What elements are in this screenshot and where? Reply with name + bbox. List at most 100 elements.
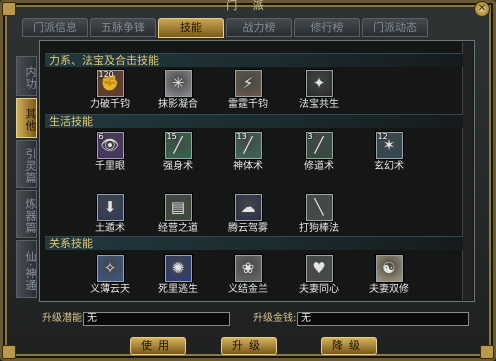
skill-slot[interactable]: ✺ 死里逃生	[148, 255, 208, 296]
earth-escape-icon[interactable]: ⬇	[96, 194, 124, 221]
skill-slot[interactable]: ☯ 夫妻双修	[359, 255, 419, 296]
treasure-icon[interactable]: ✦	[305, 70, 333, 97]
skill-label: 强身术	[163, 161, 193, 172]
skill-label: 神体术	[233, 161, 263, 172]
skill-level: 15	[166, 132, 177, 141]
skill-slot[interactable]: ✧ 义薄云天	[80, 255, 140, 296]
divine-body-icon[interactable]: ╱ 13	[234, 132, 262, 159]
skill-label: 打狗棒法	[299, 223, 339, 234]
skill-slot[interactable]: ☁ 腾云驾雾	[218, 194, 278, 235]
upgrade-money-field: 无	[297, 312, 469, 326]
upgrade-money-label: 升级金钱:	[253, 313, 297, 324]
skill-slot[interactable]: ⚡ 雷霆千钧	[218, 70, 278, 111]
tab-skills[interactable]: 技能	[158, 18, 224, 38]
skill-label: 土遁术	[95, 223, 125, 234]
section-header-life-skills: 生活技能	[45, 114, 463, 128]
loyalty-icon[interactable]: ✧	[96, 255, 124, 282]
skill-slot[interactable]: ╱ 3 修道术	[289, 132, 349, 173]
skill-level: 6	[98, 132, 104, 141]
staff-technique-icon[interactable]: ╲	[305, 194, 333, 221]
skill-label: 经营之道	[158, 223, 198, 234]
dao-cultivation-icon[interactable]: ╱ 3	[305, 132, 333, 159]
sect-window: 门 派 ✕ 门派信息 五脉争锋 技能 战力榜 修行榜 门派动态 内功 其他 引灵…	[0, 0, 496, 361]
skill-glyph: ☯	[382, 259, 396, 277]
skill-level: 3	[307, 132, 313, 141]
business-icon[interactable]: ▤	[164, 194, 192, 221]
thunder-icon[interactable]: ⚡	[234, 70, 262, 97]
skill-slot[interactable]: ⬇ 土遁术	[80, 194, 140, 235]
burst-icon[interactable]: ✳	[164, 70, 192, 97]
skill-level: 13	[236, 132, 247, 141]
illusion-icon[interactable]: ✶ 12	[375, 132, 403, 159]
use-button[interactable]: 使用	[130, 337, 186, 355]
skill-label: 夫妻同心	[299, 284, 339, 295]
tab-five-veins[interactable]: 五脉争锋	[90, 18, 156, 37]
escape-death-icon[interactable]: ✺	[164, 255, 192, 282]
skill-glyph: ✺	[171, 259, 185, 277]
section-header-relation-skills: 关系技能	[45, 236, 463, 250]
scrollbar[interactable]	[462, 42, 473, 300]
skill-slot[interactable]: ✦ 法宝共生	[289, 70, 349, 111]
skill-glyph: ⬇	[103, 198, 117, 216]
skill-label: 千里眼	[95, 161, 125, 172]
downgrade-button[interactable]: 降级	[321, 337, 377, 355]
skill-slot[interactable]: ❀ 义结金兰	[218, 255, 278, 296]
window-title: 门 派	[226, 0, 270, 12]
upgrade-potential-field: 无	[83, 312, 230, 326]
skill-label: 义结金兰	[228, 284, 268, 295]
skill-glyph: ▤	[170, 198, 186, 216]
skill-glyph: ♥	[312, 259, 326, 277]
skill-slot[interactable]: ▤ 经营之道	[148, 194, 208, 235]
skill-slot[interactable]: ╱ 15 强身术	[148, 132, 208, 173]
couple-heart-icon[interactable]: ♥	[305, 255, 333, 282]
skill-label: 修道术	[304, 161, 334, 172]
frame-corner-ornament	[2, 345, 16, 359]
skill-glyph: ✧	[103, 259, 117, 277]
side-tab-divine-power[interactable]: 仙·神通	[16, 240, 37, 298]
title-bar[interactable]: 门 派 ✕	[0, 0, 496, 17]
skill-slot[interactable]: ♥ 夫妻同心	[289, 255, 349, 296]
skill-slot[interactable]: ✶ 12 玄幻术	[359, 132, 419, 173]
skill-slot[interactable]: ✳ 抹影凝合	[148, 70, 208, 111]
skill-label: 抹影凝合	[158, 99, 198, 110]
tab-sect-news[interactable]: 门派动态	[362, 18, 428, 37]
side-tab-other[interactable]: 其他	[16, 98, 37, 138]
skill-label: 雷霆千钧	[228, 99, 268, 110]
skill-label: 力破千钧	[90, 99, 130, 110]
sworn-brothers-icon[interactable]: ❀	[234, 255, 262, 282]
close-button[interactable]: ✕	[474, 1, 490, 17]
tab-sect-info[interactable]: 门派信息	[22, 18, 88, 37]
skill-level: 12	[377, 132, 388, 141]
skill-label: 玄幻术	[374, 161, 404, 172]
body-strength-icon[interactable]: ╱ 15	[164, 132, 192, 159]
far-sight-icon[interactable]: 👁 6	[96, 132, 124, 159]
skill-glyph: ✦	[312, 74, 326, 92]
skill-level: 120	[98, 70, 114, 79]
cloud-ride-icon[interactable]: ☁	[234, 194, 262, 221]
skill-slot[interactable]: ╱ 13 神体术	[218, 132, 278, 173]
frame-corner-ornament	[480, 345, 494, 359]
upgrade-button[interactable]: 升级	[221, 337, 277, 355]
skill-glyph: ⚡	[242, 74, 254, 92]
skill-label: 夫妻双修	[369, 284, 409, 295]
section-header-combo-skills: 力系、法宝及合击技能	[45, 53, 463, 67]
couple-cultivation-icon[interactable]: ☯	[375, 255, 403, 282]
skill-label: 死里逃生	[158, 284, 198, 295]
skill-slot[interactable]: ✊ 120 力破千钧	[80, 70, 140, 111]
side-tab-artifact-refining[interactable]: 炼器篇	[16, 190, 37, 238]
upgrade-potential-label: 升级潜能:	[42, 313, 86, 324]
power-strike-icon[interactable]: ✊ 120	[96, 70, 124, 97]
skill-glyph: ✳	[171, 74, 185, 92]
skill-label: 义薄云天	[90, 284, 130, 295]
side-tab-inner-skill[interactable]: 内功	[16, 56, 37, 96]
skill-label: 腾云驾雾	[228, 223, 268, 234]
skill-slot[interactable]: ╲ 打狗棒法	[289, 194, 349, 235]
skill-label: 法宝共生	[299, 99, 339, 110]
side-tab-spirit-guide[interactable]: 引灵篇	[16, 140, 37, 188]
tab-combat-ranking[interactable]: 战力榜	[226, 18, 292, 37]
tab-cultivation-ranking[interactable]: 修行榜	[294, 18, 360, 37]
skill-glyph: ╲	[314, 198, 324, 216]
skill-glyph: ☁	[240, 198, 256, 216]
skill-glyph: ❀	[241, 259, 255, 277]
skill-slot[interactable]: 👁 6 千里眼	[80, 132, 140, 173]
